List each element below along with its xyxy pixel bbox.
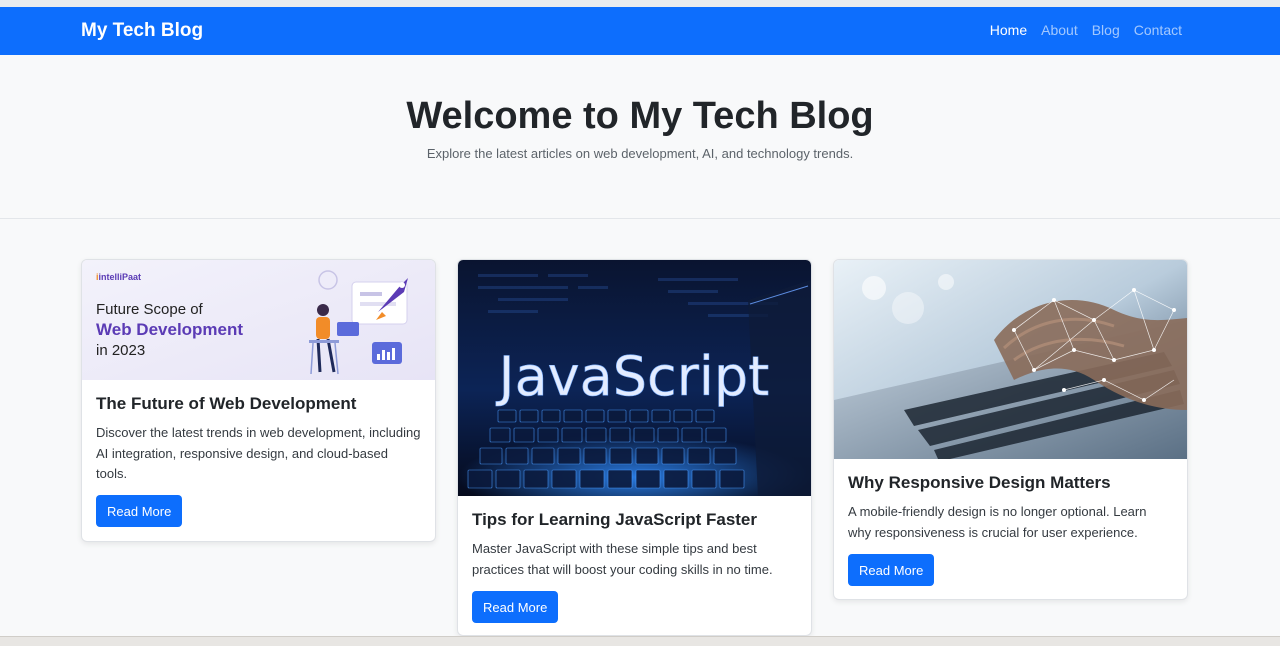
javascript-keyboard-illustration: JavaScript — [458, 260, 811, 496]
web-development-illustration: iintelliPaat Future Scope of Web Develop… — [82, 260, 435, 380]
brand-link[interactable]: My Tech Blog — [81, 20, 203, 42]
hero-title: Welcome to My Tech Blog — [406, 95, 874, 137]
svg-text:Future Scope of: Future Scope of — [96, 301, 204, 318]
blog-card-javascript: JavaScript Tips for Learning JavaScript … — [457, 259, 812, 636]
svg-text:iintelliPaat: iintelliPaat — [96, 272, 141, 282]
card-body: Why Responsive Design Matters A mobile-f… — [848, 473, 1173, 543]
read-more-button[interactable]: Read More — [472, 591, 559, 623]
nav-link-blog[interactable]: Blog — [1092, 22, 1120, 38]
read-more-button[interactable]: Read More — [848, 554, 935, 586]
card-text: A mobile-friendly design is no longer op… — [848, 504, 1147, 540]
hands-on-laptop-illustration — [834, 260, 1187, 459]
card-title: Why Responsive Design Matters — [848, 473, 1111, 492]
nav-link-home[interactable]: Home — [990, 22, 1027, 38]
card-body: Tips for Learning JavaScript Faster Mast… — [472, 510, 797, 580]
card-body: The Future of Web Development Discover t… — [96, 394, 421, 485]
navbar: My Tech Blog Home About Blog Contact — [0, 7, 1280, 55]
card-image-web-development: iintelliPaat Future Scope of Web Develop… — [82, 260, 435, 380]
card-text: Master JavaScript with these simple tips… — [472, 541, 773, 577]
taskbar-strip — [0, 636, 1280, 646]
card-title: Tips for Learning JavaScript Faster — [472, 510, 757, 529]
svg-text:Web Development: Web Development — [96, 320, 243, 339]
hero-section: Welcome to My Tech Blog Explore the late… — [0, 55, 1280, 219]
blog-card-web-development: iintelliPaat Future Scope of Web Develop… — [81, 259, 436, 542]
card-image-javascript: JavaScript — [458, 260, 811, 496]
blog-card-responsive-design: Why Responsive Design Matters A mobile-f… — [833, 259, 1188, 600]
read-more-button[interactable]: Read More — [96, 495, 183, 527]
nav-links: Home About Blog Contact — [990, 22, 1182, 38]
hero-subtitle: Explore the latest articles on web devel… — [426, 146, 854, 161]
card-image-responsive-design — [834, 260, 1187, 459]
browser-top-strip — [0, 0, 1280, 7]
svg-text:JavaScript: JavaScript — [496, 345, 770, 408]
svg-text:in 2023: in 2023 — [96, 342, 145, 359]
nav-link-contact[interactable]: Contact — [1134, 22, 1182, 38]
card-title: The Future of Web Development — [96, 394, 357, 413]
card-text: Discover the latest trends in web develo… — [96, 425, 421, 481]
nav-link-about[interactable]: About — [1041, 22, 1078, 38]
